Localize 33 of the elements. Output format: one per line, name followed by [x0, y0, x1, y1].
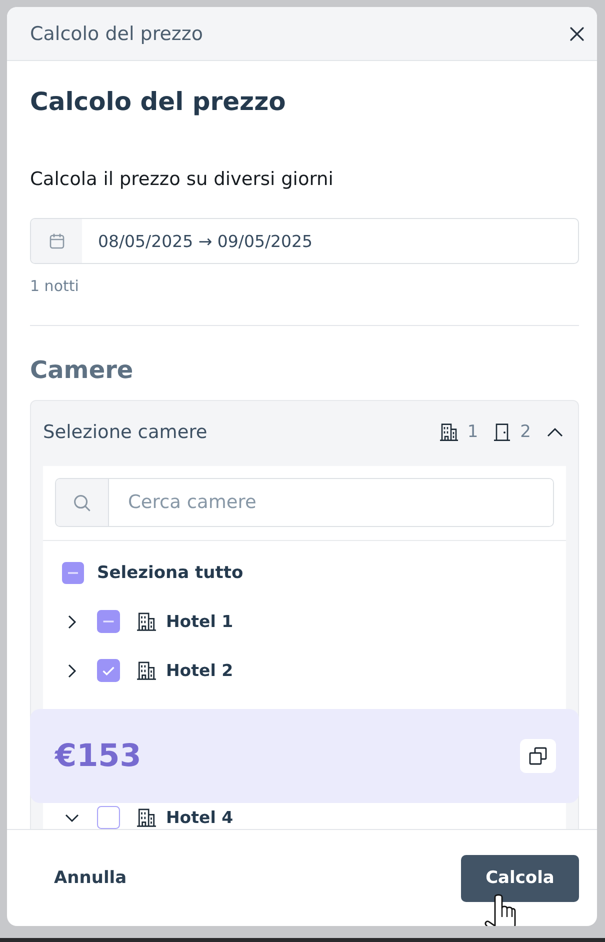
building-icon	[439, 423, 460, 441]
door-icon	[492, 423, 512, 441]
description-text: Calcola il prezzo su diversi giorni	[30, 168, 334, 192]
date-range-field[interactable]: 08/05/2025 → 09/05/2025	[30, 218, 579, 264]
panel-title[interactable]: Selezione camere	[43, 422, 440, 442]
cancel-button[interactable]: Annulla	[30, 854, 151, 902]
calculate-button[interactable]: Calcola	[461, 854, 579, 902]
search-icon	[73, 494, 91, 512]
room-count: 2	[520, 422, 531, 442]
nights-count: 1 notti	[30, 276, 80, 296]
section-title: Camere	[30, 355, 134, 385]
select-all-label[interactable]: Seleziona tutto	[97, 562, 244, 582]
building-icon	[136, 808, 157, 827]
hotel-name[interactable]: Hotel 1	[166, 612, 234, 631]
price-value: €153	[55, 738, 142, 774]
checkbox[interactable]	[97, 806, 120, 829]
building-icon	[136, 612, 157, 631]
checkbox[interactable]	[97, 610, 120, 633]
dialog-title: Calcolo del prezzo	[30, 22, 203, 44]
checkbox[interactable]	[97, 659, 120, 682]
copy-button[interactable]	[520, 739, 556, 773]
dialog-heading: Calcolo del prezzo	[30, 86, 287, 118]
hotel-name[interactable]: Hotel 2	[166, 661, 234, 680]
date-range-text: 08/05/2025 → 09/05/2025	[97, 232, 313, 250]
search-field[interactable]: Cerca camere	[55, 478, 554, 527]
hotel-name[interactable]: Hotel 4	[166, 808, 234, 827]
close-icon[interactable]	[569, 26, 585, 42]
copy-icon	[529, 747, 547, 765]
checkbox[interactable]	[62, 562, 84, 584]
hotel-count: 1	[467, 422, 478, 442]
building-icon	[136, 661, 157, 680]
chevron-up-icon[interactable]	[547, 427, 563, 437]
calendar-icon	[48, 233, 64, 249]
